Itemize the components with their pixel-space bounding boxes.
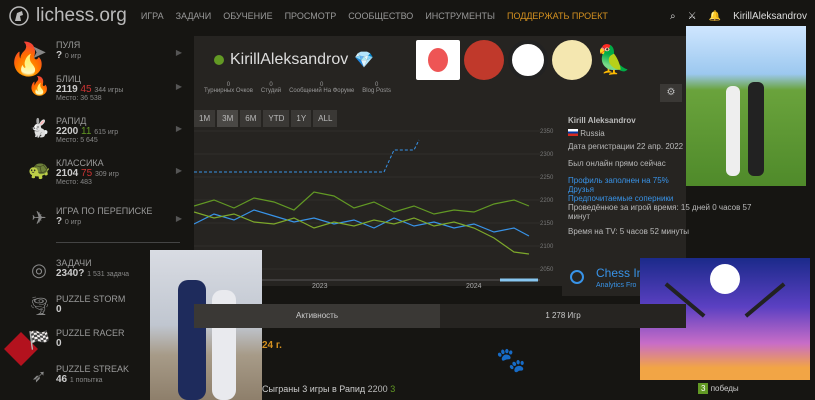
chessinfo-icon bbox=[570, 270, 584, 284]
range-selector: 1M 3M 6M YTD 1Y ALL bbox=[194, 110, 338, 127]
fire-icon: 🔥 bbox=[28, 76, 51, 96]
profile-title: KirillAleksandrov 💎 bbox=[214, 50, 374, 70]
chessinfo-title: Chess In bbox=[596, 266, 644, 280]
chevron-right-icon: ▶ bbox=[175, 214, 182, 223]
settings-icon[interactable]: ⚙ bbox=[660, 84, 682, 102]
chevron-right-icon: ▶ bbox=[175, 124, 182, 133]
search-icon[interactable]: ⌕ bbox=[670, 11, 676, 22]
stat-tournaments[interactable]: 0 Турнирных Очков bbox=[204, 82, 253, 94]
tick-2250: 2250 bbox=[540, 175, 554, 181]
russia-flag-icon bbox=[568, 129, 578, 136]
chevron-right-icon: ▶ bbox=[175, 48, 182, 57]
stat-studies[interactable]: 0 Студий bbox=[261, 82, 281, 94]
range-1m[interactable]: 1M bbox=[194, 110, 216, 127]
activity-entry: Сыграны 3 игры в Рапид 2200 3 bbox=[262, 384, 396, 394]
bullet-icon: ➤ bbox=[31, 42, 47, 62]
rabbit-icon: 🐇 bbox=[28, 118, 51, 138]
tick-2100: 2100 bbox=[540, 244, 554, 250]
nav-puzzles[interactable]: ЗАДАЧИ bbox=[176, 11, 212, 21]
citrus-badge bbox=[552, 40, 592, 80]
parrot-badge: 🦜 bbox=[596, 44, 631, 75]
range-3m[interactable]: 3M bbox=[217, 110, 239, 127]
site-logo[interactable]: lichess.org bbox=[8, 5, 127, 27]
tab-activity[interactable]: Активность bbox=[194, 304, 440, 328]
range-ytd[interactable]: YTD bbox=[263, 110, 290, 127]
seal-logo bbox=[710, 264, 740, 294]
tab-games[interactable]: 1 278 Игр bbox=[440, 304, 686, 328]
runner-badge bbox=[416, 40, 460, 80]
nav-play[interactable]: ИГРА bbox=[141, 11, 164, 21]
profile-stats: 0 Турнирных Очков 0 Студий 0 Сообщений На Ф… bbox=[204, 82, 391, 94]
username-menu[interactable]: KirillAleksandrov bbox=[733, 11, 807, 22]
tick-2350: 2350 bbox=[540, 129, 554, 135]
nav-tools[interactable]: ИНСТРУМЕНТЫ bbox=[425, 11, 495, 21]
perf-correspondence[interactable]: ✈ ИГРА ПО ПЕРЕПИСКЕ ? 0 игр ▶ bbox=[31, 206, 186, 228]
chevron-right-icon: ▶ bbox=[175, 166, 182, 175]
couple-photo-field bbox=[686, 26, 806, 186]
flag-icon: 🏁 bbox=[28, 330, 51, 350]
knight-logo-icon bbox=[9, 6, 29, 26]
perf-bullet[interactable]: ➤ ПУЛЯ ? 0 игр ▶ bbox=[31, 40, 186, 62]
turtle-icon: 🐢 bbox=[28, 160, 51, 180]
storm-icon: 🌪 bbox=[28, 296, 51, 316]
perf-rapid[interactable]: 🐇 РАПИД 2200 11 615 игр Место: 5 645 ▶ bbox=[28, 116, 186, 144]
info-friends-link[interactable]: Друзья bbox=[568, 185, 758, 194]
perf-blitz[interactable]: 🔥 БЛИЦ 2119 45 344 игры Место: 36 538 ▶ bbox=[28, 74, 186, 102]
activity-year: 24 г. bbox=[262, 340, 282, 351]
profile-tabs: Активность 1 278 Игр bbox=[194, 304, 686, 328]
nav-donate[interactable]: ПОДДЕРЖАТЬ ПРОЕКТ bbox=[507, 11, 608, 21]
tick-2200: 2200 bbox=[540, 198, 554, 204]
tick-2300: 2300 bbox=[540, 152, 554, 158]
info-opponents-link[interactable]: Предпочитаемые соперники bbox=[568, 194, 758, 203]
range-6m[interactable]: 6M bbox=[240, 110, 262, 127]
stat-blog[interactable]: 0 Blog Posts bbox=[362, 82, 391, 94]
badge-images: 🦜 bbox=[416, 40, 634, 80]
paw-icon: 🐾 bbox=[496, 347, 526, 374]
perf-classical[interactable]: 🐢 КЛАССИКА 2104 75 309 игр Место: 483 ▶ bbox=[28, 158, 186, 186]
stat-forum[interactable]: 0 Сообщений На Форуме bbox=[289, 82, 354, 94]
chevron-right-icon: ▶ bbox=[175, 82, 182, 91]
nav-community[interactable]: СООБЩЕСТВО bbox=[348, 11, 413, 21]
tick-2023: 2023 bbox=[312, 283, 328, 288]
tick-2024: 2024 bbox=[466, 283, 482, 288]
target-icon: ◎ bbox=[31, 260, 47, 280]
divider bbox=[56, 242, 180, 243]
series-classical bbox=[194, 211, 530, 255]
wins-badge: 3 победы bbox=[698, 383, 739, 394]
red-panda-badge bbox=[464, 40, 504, 80]
range-all[interactable]: ALL bbox=[313, 110, 338, 127]
paper-plane-icon: ✈ bbox=[31, 208, 47, 228]
nav-watch[interactable]: ПРОСМОТР bbox=[285, 11, 337, 21]
streak-icon: ➶ bbox=[31, 366, 47, 386]
tick-2150: 2150 bbox=[540, 221, 554, 227]
info-playtime: Проведённое за игрой время: 15 дней 0 ча… bbox=[568, 203, 752, 221]
swords-icon[interactable]: ⚔ bbox=[688, 11, 697, 22]
panda-badge bbox=[508, 40, 548, 80]
info-tv: Время на TV: 5 часов 52 минуты bbox=[568, 227, 689, 236]
diamond-icon: 💎 bbox=[354, 52, 375, 69]
chessinfo-sub: Analytics Fro bbox=[596, 282, 637, 289]
bell-icon[interactable]: 🔔 bbox=[709, 11, 721, 22]
range-1y[interactable]: 1Y bbox=[291, 110, 312, 127]
series-rapid bbox=[194, 191, 530, 215]
online-indicator bbox=[214, 55, 224, 65]
tick-2050: 2050 bbox=[540, 267, 554, 273]
profile-username: KirillAleksandrov bbox=[230, 51, 349, 68]
site-name: lichess.org bbox=[36, 5, 127, 26]
main-nav: ИГРА ЗАДАЧИ ОБУЧЕНИЕ ПРОСМОТР СООБЩЕСТВО… bbox=[141, 11, 608, 21]
series-bullet bbox=[194, 139, 420, 173]
nav-learn[interactable]: ОБУЧЕНИЕ bbox=[223, 11, 272, 21]
